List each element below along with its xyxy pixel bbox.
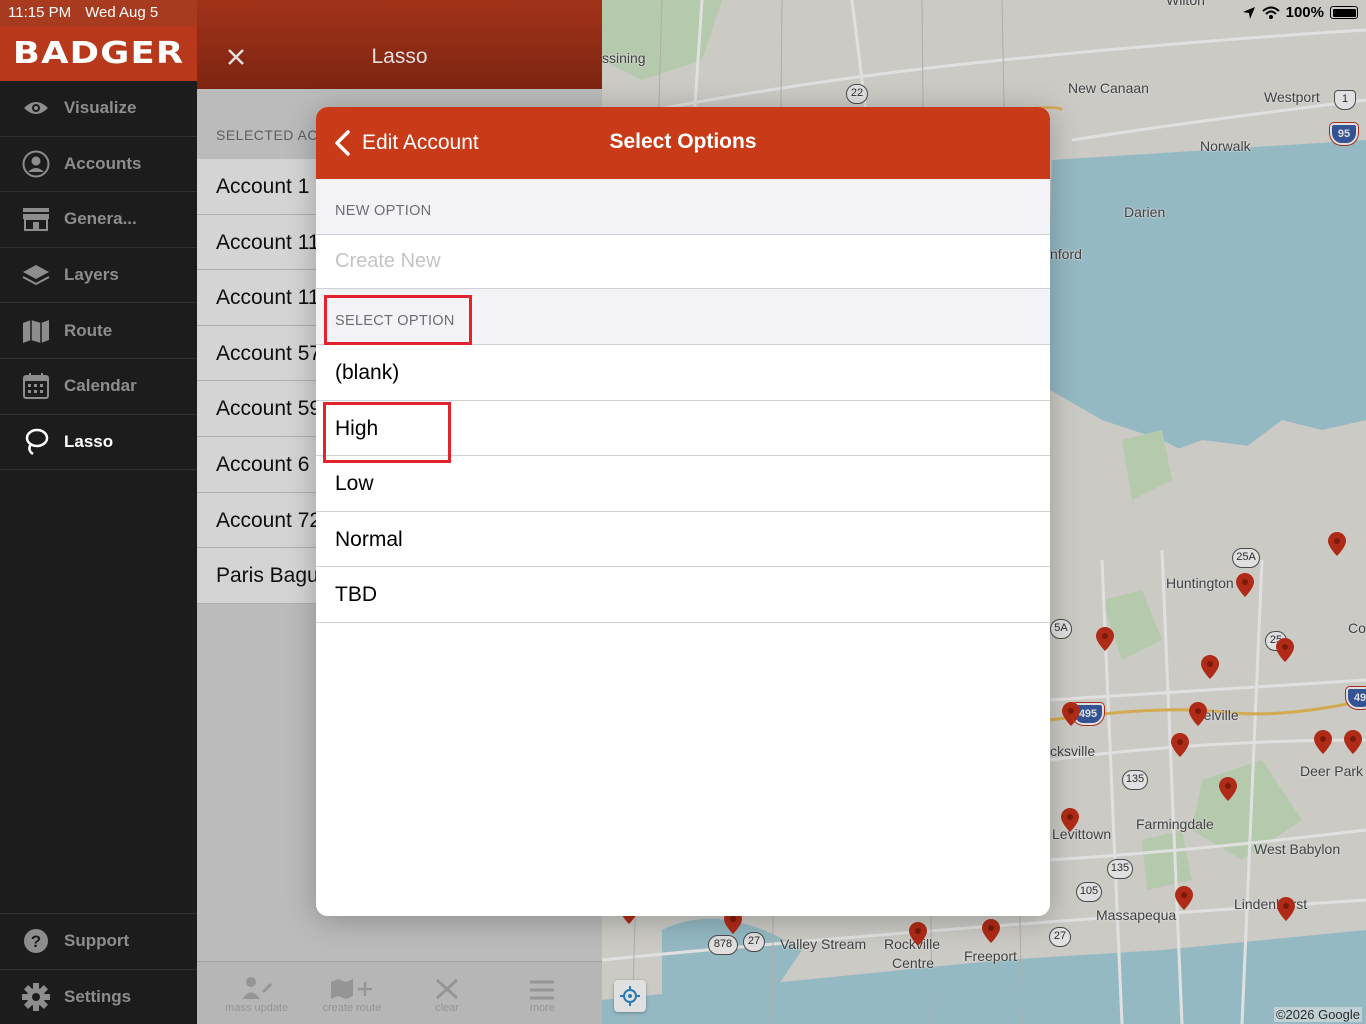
sidebar-item-layers[interactable]: Layers [0, 248, 197, 304]
status-date: Wed Aug 5 [85, 4, 159, 21]
lasso-icon [22, 428, 50, 456]
sidebar-item-calendar[interactable]: Calendar [0, 359, 197, 415]
highlight-box [323, 402, 451, 463]
sidebar-item-label: Accounts [64, 153, 142, 173]
new-option-header: NEW OPTION [316, 179, 1050, 235]
brand-header: BADGER [0, 26, 197, 81]
sidebar-item-route[interactable]: Route [0, 303, 197, 359]
modal-title: Select Options [609, 130, 757, 153]
select-options-modal: Edit Account Select Options NEW OPTION S… [316, 107, 1050, 916]
option-row-blank[interactable]: (blank) [316, 345, 1050, 401]
sidebar: 11:15 PM Wed Aug 5 BADGER Visualize Accou… [0, 0, 197, 1024]
sidebar-item-support[interactable]: ? Support [0, 914, 197, 970]
gear-icon [22, 982, 50, 1011]
sidebar-bottom-nav: ? Support Settings [0, 913, 197, 1024]
create-new-input[interactable] [316, 235, 1050, 289]
sidebar-item-accounts[interactable]: Accounts [0, 137, 197, 193]
option-row-tbd[interactable]: TBD [316, 567, 1050, 623]
eye-icon [22, 94, 50, 122]
storefront-icon [22, 205, 50, 233]
sidebar-item-label: Route [64, 320, 113, 340]
option-row-low[interactable]: Low [316, 456, 1050, 512]
status-bar-left: 11:15 PM Wed Aug 5 [0, 0, 197, 26]
sidebar-item-label: Calendar [64, 376, 137, 396]
sidebar-item-visualize[interactable]: Visualize [0, 81, 197, 137]
layers-icon [22, 261, 50, 289]
status-time: 11:15 PM [8, 4, 72, 21]
sidebar-item-settings[interactable]: Settings [0, 970, 197, 1024]
sidebar-item-label: Lasso [64, 431, 114, 451]
highlight-box [324, 295, 472, 345]
sidebar-item-lasso[interactable]: Lasso [0, 415, 197, 471]
calendar-icon [22, 372, 50, 400]
map-icon [22, 317, 50, 345]
svg-text:?: ? [31, 932, 41, 951]
sidebar-item-label: Settings [64, 986, 132, 1006]
badger-logo: BADGER [12, 36, 185, 71]
sidebar-item-label: Visualize [64, 98, 137, 118]
person-circle-icon [22, 150, 50, 178]
sidebar-item-label: Layers [64, 265, 119, 285]
sidebar-item-label: Genera... [64, 209, 137, 229]
option-row-normal[interactable]: Normal [316, 511, 1050, 568]
sidebar-nav: Visualize Accounts Genera... Layers Rout… [0, 81, 197, 471]
sidebar-item-general[interactable]: Genera... [0, 192, 197, 248]
modal-body: NEW OPTION SELECT OPTION (blank) High Lo… [316, 179, 1050, 916]
sidebar-item-label: Support [64, 931, 130, 951]
empty-list-area [316, 622, 1050, 916]
question-circle-icon: ? [22, 927, 50, 955]
modal-header: Edit Account Select Options [316, 107, 1050, 179]
